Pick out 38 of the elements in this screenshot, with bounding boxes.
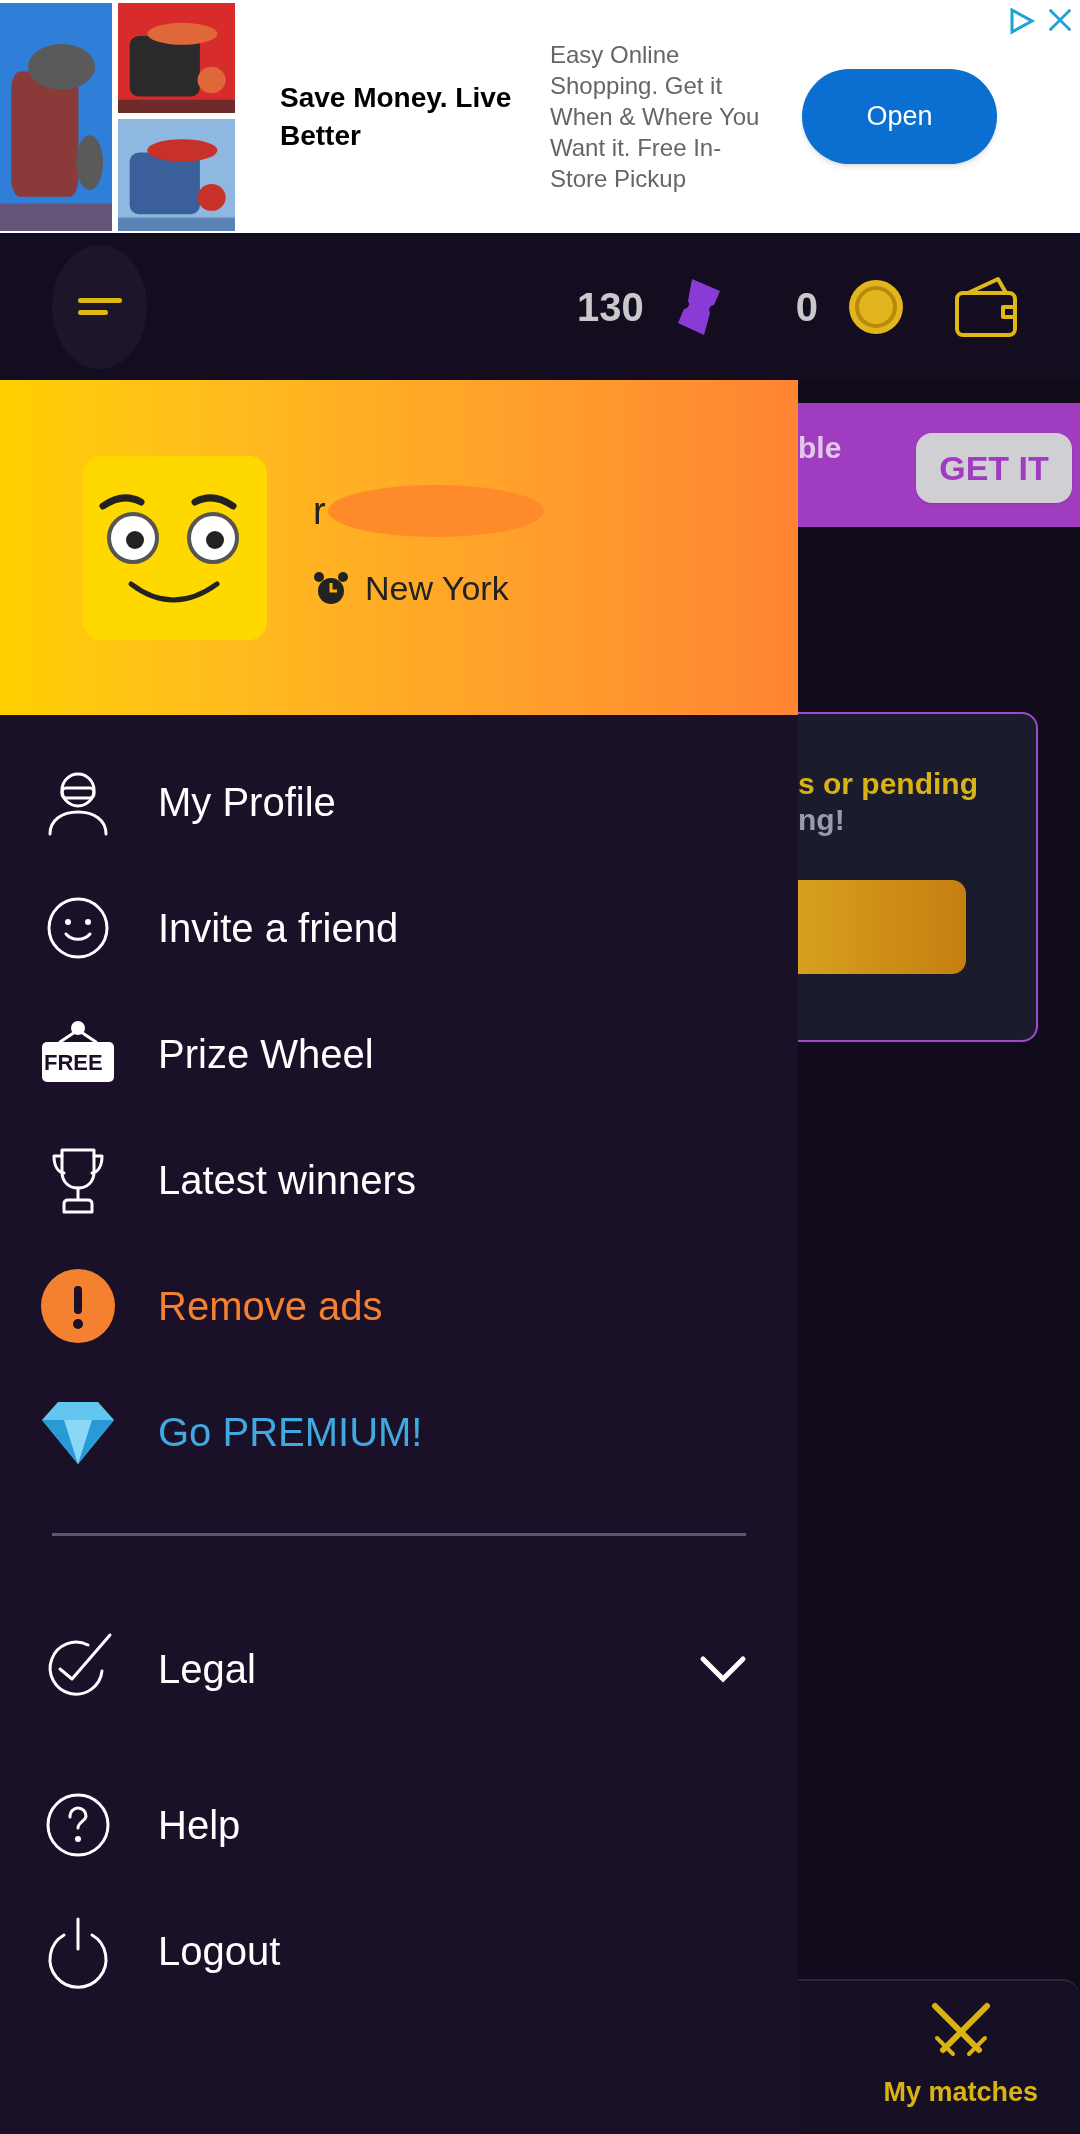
menu-label: Remove ads [158,1283,383,1330]
open-button[interactable]: Open [802,69,997,164]
menu-label: My Profile [158,779,336,826]
promo-text: ble [798,430,842,466]
card-text: ng! [798,802,846,838]
alarm-clock-icon [313,570,349,607]
menu-item[interactable]: Help [0,1762,798,1888]
menu-item[interactable]: My Profile [0,739,798,865]
menu-item[interactable]: Invite a friend [0,865,798,991]
menu-item[interactable]: Go PREMIUM! [0,1369,798,1495]
coin-count: 0 [795,283,818,331]
ticket-count: 130 [577,283,644,331]
menu-item[interactable]: Latest winners [0,1117,798,1243]
ad-description: Easy Online Shopping. Get it When & Where You Want it. Free In-Store Pickup [550,40,761,194]
chevron-icon[interactable] [698,1654,748,1684]
user-name: r [313,488,326,534]
menu-label: Latest winners [158,1157,416,1204]
close-icon[interactable] [1046,6,1074,34]
menu-label: Prize Wheel [158,1031,374,1078]
alert-icon [40,1268,116,1344]
menu-label: Go PREMIUM! [158,1409,423,1456]
menu-item[interactable]: Logout [0,1888,798,2014]
menu-label: Invite a friend [158,905,399,952]
menu-label: Help [158,1802,241,1849]
free-label: FREE [44,1052,103,1074]
get-it-button[interactable]: GET IT [916,433,1072,503]
menu-item[interactable]: Legal [0,1606,798,1732]
menu-label: Logout [158,1928,281,1975]
menu-item[interactable]: FREE Prize Wheel [0,991,798,1117]
ad-title: Save Money. Live Better [280,80,513,153]
card-text: s or pending [798,766,979,802]
wallet-icon[interactable] [954,274,1018,339]
location-text: New York [365,568,509,609]
coin-icon [848,278,904,335]
nav-label[interactable]: My matches [883,2072,1038,2113]
avatar-icon[interactable] [83,455,267,640]
menu-label: Legal [158,1646,256,1693]
menu-item[interactable]: Remove ads [0,1243,798,1369]
